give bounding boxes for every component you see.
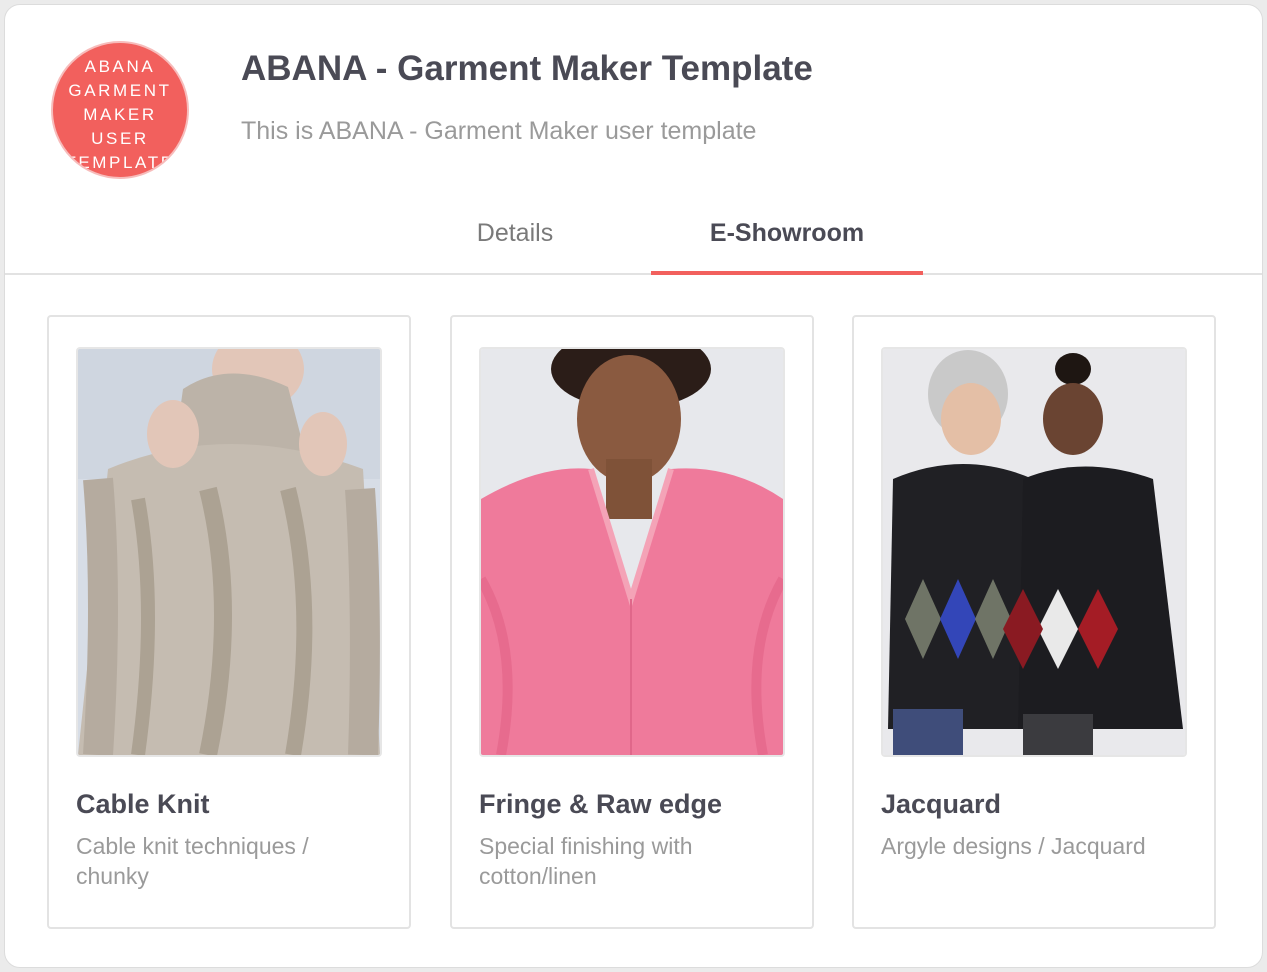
card-description: Cable knit techniques / chunky <box>76 833 309 889</box>
tab-e-showroom-label: E-Showroom <box>709 219 865 247</box>
showroom-card-jacquard[interactable]: Jacquard Argyle designs / Jacquard <box>852 315 1216 929</box>
jacquard-photo <box>881 347 1187 757</box>
avatar-line-5: TEMPLATE <box>65 153 175 172</box>
template-subtitle: This is ABANA - Garment Maker user templ… <box>241 117 757 145</box>
avatar-line-2: GARMENT <box>68 81 172 100</box>
showroom-card-cable-knit[interactable]: Cable Knit Cable knit techniques / chunk… <box>47 315 411 929</box>
card-title: Fringe & Raw edge <box>479 789 723 819</box>
active-tab-indicator <box>651 271 923 275</box>
template-title: ABANA - Garment Maker Template <box>241 49 813 88</box>
fringe-raw-edge-photo <box>479 347 785 757</box>
template-avatar: ABANA GARMENT MAKER USER TEMPLATE <box>51 41 189 179</box>
template-panel: ABANA GARMENT MAKER USER TEMPLATE ABANA … <box>4 4 1263 968</box>
card-description: Special finishing with cotton/linen <box>479 833 693 889</box>
showroom-card-fringe-raw-edge[interactable]: Fringe & Raw edge Special finishing with… <box>450 315 814 929</box>
avatar-line-1: ABANA <box>84 57 156 76</box>
card-description: Argyle designs / Jacquard <box>881 833 1146 859</box>
cable-knit-photo <box>76 347 382 757</box>
tab-e-showroom[interactable]: E-Showroom <box>651 205 923 275</box>
card-title: Cable Knit <box>76 789 210 819</box>
avatar-line-4: USER <box>91 129 149 148</box>
tab-details[interactable]: Details <box>405 205 625 273</box>
avatar-line-3: MAKER <box>83 105 157 124</box>
card-title: Jacquard <box>881 789 1002 819</box>
tab-bar: Details E-Showroom <box>5 205 1262 275</box>
